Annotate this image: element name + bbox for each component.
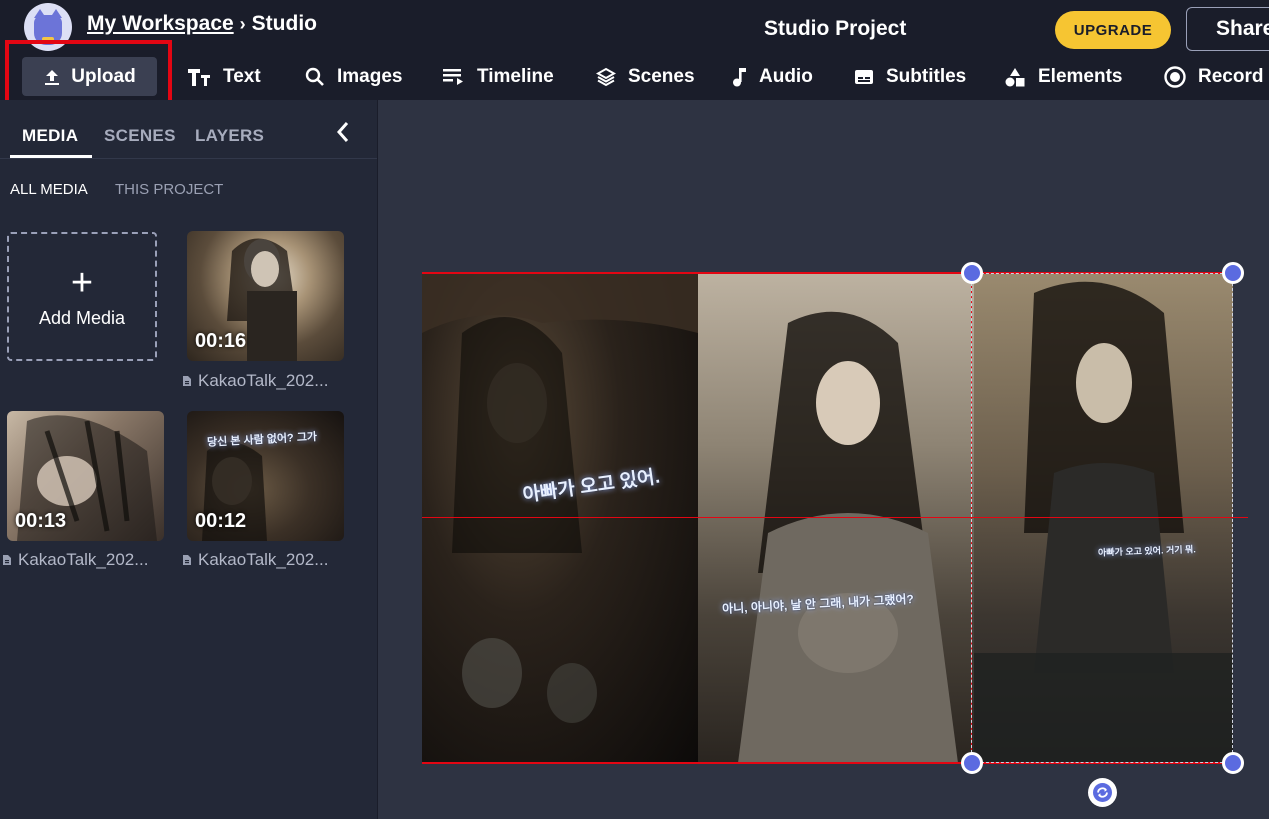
media-panel: MEDIA SCENES LAYERS ALL MEDIA THIS PROJE… (0, 100, 377, 819)
toolbar-audio[interactable]: Audio (731, 60, 813, 94)
breadcrumb-separator: › (239, 14, 246, 34)
chevron-left-icon (336, 122, 349, 142)
toolbar-audio-label: Audio (759, 66, 813, 87)
toolbar-subtitles[interactable]: Subtitles (854, 60, 966, 94)
thumbnail-filename[interactable]: KakaoTalk_202... (182, 371, 328, 391)
upgrade-button[interactable]: UPGRADE (1055, 11, 1171, 49)
video-frame-middle: 아니, 아니야, 날 안 그래, 내가 그랬어? (698, 273, 974, 763)
file-icon (183, 376, 191, 386)
file-icon (183, 555, 191, 565)
toolbar-images-label: Images (337, 66, 403, 87)
media-thumbnail[interactable]: 당신 본 사람 없어? 그가 00:12 (187, 411, 344, 541)
thumbnail-duration: 00:16 (195, 330, 247, 352)
music-note-icon (733, 68, 746, 87)
toolbar-subtitles-label: Subtitles (886, 66, 967, 87)
toolbar-text[interactable]: Text (187, 60, 261, 94)
share-button[interactable]: Share (1186, 7, 1269, 51)
thumbnail-filename[interactable]: KakaoTalk_202... (182, 550, 328, 570)
resize-handle-top-left[interactable] (961, 262, 983, 284)
top-bar: My Workspace › Studio Studio Project UPGRA… (0, 0, 1269, 113)
timeline-icon (443, 69, 463, 85)
resize-handle-bottom-right[interactable] (1222, 752, 1244, 774)
subtab-this-project[interactable]: THIS PROJECT (115, 181, 223, 198)
layers-icon (596, 67, 616, 87)
tab-media[interactable]: MEDIA (22, 126, 78, 146)
text-icon (188, 69, 210, 86)
add-media-label: Add Media (38, 308, 126, 328)
rotate-icon (1093, 783, 1112, 802)
video-frame-left: 아빠가 오고 있어. (422, 273, 698, 763)
rotate-handle[interactable] (1088, 778, 1117, 807)
thumbnail-filename[interactable]: KakaoTalk_202... (2, 550, 148, 570)
resize-handle-bottom-left[interactable] (961, 752, 983, 774)
subtitles-icon (855, 70, 873, 84)
toolbar-timeline-label: Timeline (477, 66, 554, 87)
project-title[interactable]: Studio Project (764, 17, 906, 41)
search-icon (305, 67, 324, 86)
thumbnail-duration: 00:12 (195, 510, 247, 532)
breadcrumb-workspace-link[interactable]: My Workspace (87, 12, 234, 35)
breadcrumb-studio: Studio (251, 12, 317, 35)
breadcrumb: My Workspace › Studio (87, 12, 317, 36)
tabs-divider (0, 158, 377, 159)
add-media-button[interactable]: + Add Media (7, 232, 157, 361)
toolbar-record-label: Record (1198, 66, 1264, 87)
media-thumbnail[interactable]: 00:13 (7, 411, 164, 541)
collapse-panel-button[interactable] (334, 120, 352, 149)
subtab-all-media[interactable]: ALL MEDIA (10, 181, 88, 198)
toolbar-text-label: Text (223, 66, 261, 87)
tab-layers[interactable]: LAYERS (195, 126, 264, 146)
toolbar-elements-label: Elements (1038, 66, 1123, 87)
toolbar-images[interactable]: Images (305, 60, 402, 94)
resize-handle-top-right[interactable] (1222, 262, 1244, 284)
toolbar-record[interactable]: Record (1164, 60, 1263, 94)
toolbar-elements[interactable]: Elements (1004, 60, 1122, 94)
toolbar-timeline[interactable]: Timeline (443, 60, 554, 94)
selection-box[interactable] (971, 273, 1233, 763)
thumbnail-duration: 00:13 (15, 510, 67, 532)
shapes-icon (1005, 68, 1025, 87)
media-thumbnail[interactable]: 00:16 (187, 231, 344, 361)
toolbar-scenes-label: Scenes (628, 66, 695, 87)
plus-icon: + (70, 262, 94, 304)
tab-scenes[interactable]: SCENES (104, 126, 176, 146)
record-icon (1164, 66, 1186, 88)
file-icon (3, 555, 11, 565)
toolbar-scenes[interactable]: Scenes (596, 60, 695, 94)
